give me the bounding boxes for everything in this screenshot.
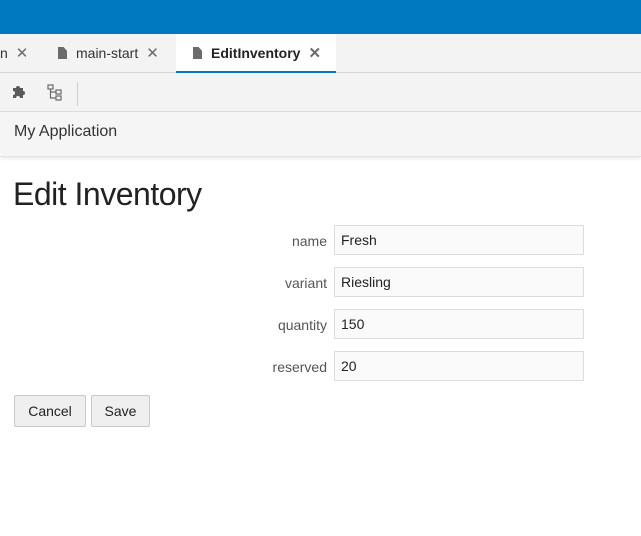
variant-label: variant [284,275,327,291]
tab-label: EditInventory [211,45,301,61]
page-title: Edit Inventory [13,176,202,212]
name-label: name [291,233,327,249]
close-icon[interactable]: ✕ [308,46,321,61]
close-icon[interactable]: ✕ [146,46,159,61]
close-icon[interactable]: ✕ [16,46,29,61]
tree-icon[interactable] [46,83,64,101]
toolbar [0,73,641,112]
app-title: My Application [14,123,118,140]
reserved-label: reserved [272,359,327,375]
tab-label: n [0,45,8,61]
toolbar-divider [77,82,78,106]
tab-partial[interactable]: n ✕ [0,34,36,72]
editor-tab-bar: n ✕ main-start ✕ EditInventory ✕ [0,34,641,73]
puzzle-icon[interactable] [10,83,28,101]
cancel-button[interactable]: Cancel [14,395,86,427]
app-header: My Application [0,112,641,157]
save-button[interactable]: Save [91,395,150,427]
file-icon [193,47,202,59]
reserved-field[interactable] [334,351,584,381]
variant-field[interactable] [334,267,584,297]
tab-label: main-start [76,45,139,61]
quantity-field[interactable] [334,309,584,339]
top-bar [0,0,641,34]
quantity-label: quantity [277,317,327,333]
file-icon [58,47,67,59]
tab-edit-inventory[interactable]: EditInventory ✕ [176,34,336,73]
tab-main-start[interactable]: main-start ✕ [48,34,169,72]
name-field[interactable] [334,225,584,255]
